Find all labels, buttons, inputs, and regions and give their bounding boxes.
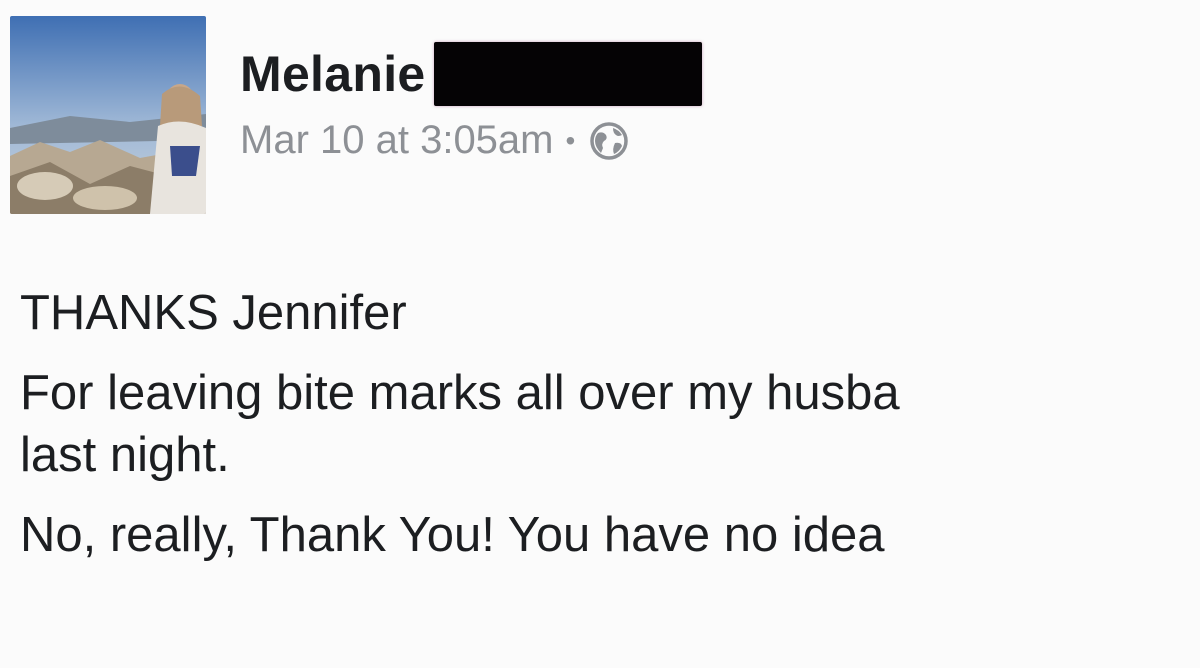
post-line: For leaving bite marks all over my husba	[20, 366, 900, 420]
post-paragraph: For leaving bite marks all over my husba…	[20, 362, 1200, 486]
meta-separator: •	[565, 124, 576, 156]
post-timestamp[interactable]: Mar 10 at 3:05am	[240, 118, 554, 163]
post-line: No, really, Thank You! You have no idea	[20, 508, 885, 562]
author-name[interactable]: Melanie	[240, 45, 426, 103]
avatar-photo	[10, 16, 206, 214]
post-header: Melanie Mar 10 at 3:05am •	[240, 34, 702, 163]
facebook-post: Melanie Mar 10 at 3:05am • THANKS Jennif…	[0, 0, 1200, 668]
profile-avatar[interactable]	[10, 16, 206, 214]
name-redaction-bar	[433, 42, 702, 106]
post-line: THANKS Jennifer	[20, 286, 407, 340]
post-meta: Mar 10 at 3:05am •	[240, 118, 702, 163]
globe-icon[interactable]	[589, 121, 629, 161]
author-row: Melanie	[240, 34, 702, 114]
post-line: last night.	[20, 428, 230, 482]
post-body: THANKS Jennifer For leaving bite marks a…	[20, 282, 1200, 566]
